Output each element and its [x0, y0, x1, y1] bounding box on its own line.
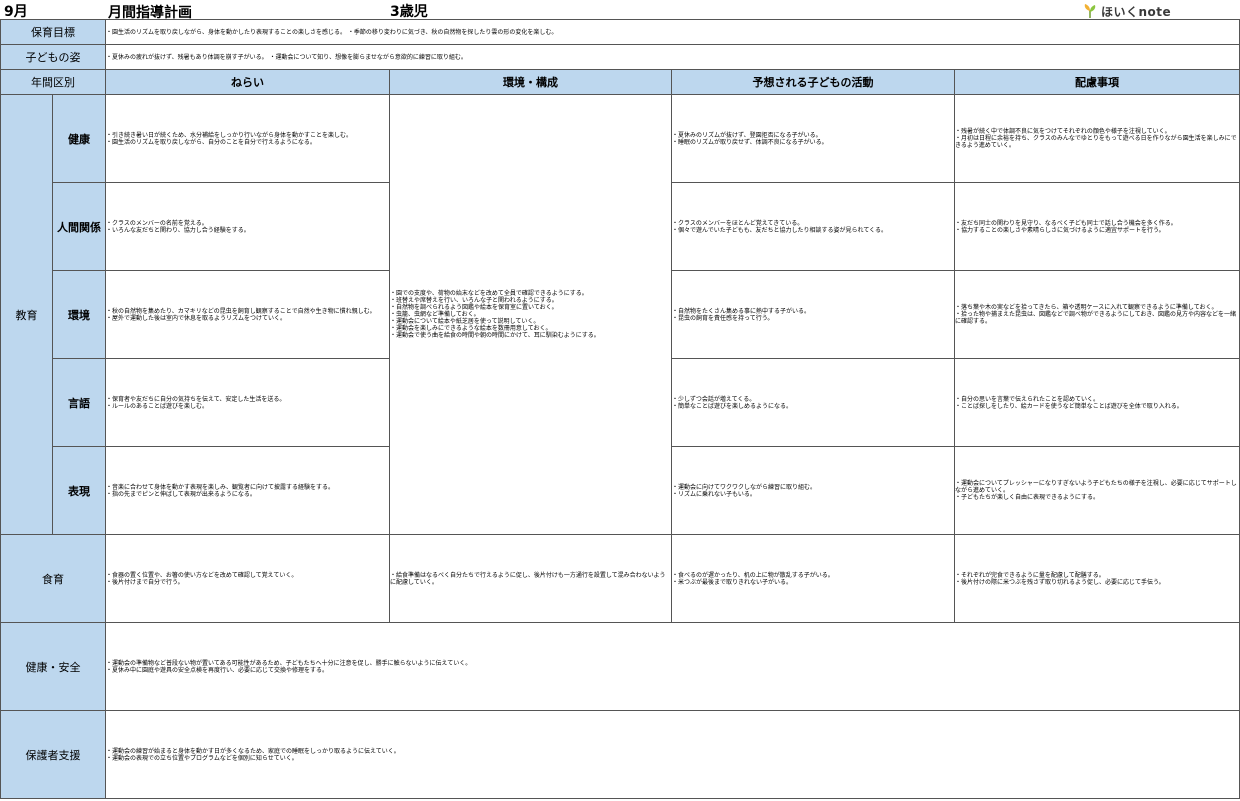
activity-cell: ・自然物をたくさん集める事に熱中する子がいる。 ・昆虫の飼育を責任感を持って行う… [671, 270, 955, 359]
column-header-row: 年間区別 ねらい 環境・構成 予想される子どもの活動 配慮事項 [0, 69, 1240, 95]
food-label: 食育 [0, 534, 106, 623]
care-cell: ・友だち同士の関わりを見守り、なるべく子ども同士で話し合う機会を多く作る。 ・協… [954, 182, 1240, 271]
activity-cell: ・少しずつ会話が増えてくる。 ・簡単なことば遊びを楽しめるようになる。 [671, 358, 955, 447]
aim-cell: ・クラスのメンバーの名前を覚える。 ・いろんな友だちと関わり、協力し合う経験をす… [105, 182, 390, 271]
col-care-header: 配慮事項 [954, 69, 1240, 95]
area-label: 健康 [52, 94, 106, 183]
col-activity-header: 予想される子どもの活動 [671, 69, 955, 95]
goal-label: 保育目標 [0, 19, 106, 45]
aim-cell: ・秋の自然物を集めたり、カマキリなどの昆虫を飼育し観察することで自然や生き物に慣… [105, 270, 390, 359]
env-shared-cell: ・園での支度や、荷物の始末などを改めて全員で確認できるようにする。 ・班替えや席… [389, 94, 672, 535]
goal-text: ・園生活のリズムを取り戻しながら、身体を動かしたり表現することの楽しさを感じる。… [105, 19, 1240, 45]
safety-text: ・運動会の準備物など普段ない物が置いてある可能性があるため、子どもたちへ十分に注… [105, 622, 1240, 711]
area-label: 人間関係 [52, 182, 106, 271]
goal-row: 保育目標 ・園生活のリズムを取り戻しながら、身体を動かしたり表現することの楽しさ… [0, 19, 1240, 45]
food-row: 食育 ・食器の置く位置や、お箸の使い方などを改めて確認して覚えていく。 ・後片付… [0, 534, 1240, 623]
food-activity-cell: ・食べるのが遅かったり、机の上に物が散乱する子がいる。 ・米つぶが最後まで取りき… [671, 534, 955, 623]
col-aim-header: ねらい [105, 69, 390, 95]
child-state-text: ・夏休みの疲れが抜けず、残暑もあり体調を崩す子がいる。 ・運動会について知り、想… [105, 44, 1240, 70]
child-state-row: 子どもの姿 ・夏休みの疲れが抜けず、残暑もあり体調を崩す子がいる。 ・運動会につ… [0, 44, 1240, 70]
aim-cell: ・保育者や友だちに自分の気持ちを伝えて、安定した生活を送る。 ・ルールのあること… [105, 358, 390, 447]
monthly-plan-table: 保育目標 ・園生活のリズムを取り戻しながら、身体を動かしたり表現することの楽しさ… [0, 19, 1240, 799]
child-state-label: 子どもの姿 [0, 44, 106, 70]
safety-label: 健康・安全 [0, 622, 106, 711]
col-env-header: 環境・構成 [389, 69, 672, 95]
aim-cell: ・引き続き暑い日が続くため、水分補給をしっかり行いながら身体を動かすことを楽しむ… [105, 94, 390, 183]
care-cell: ・運動会についてプレッシャーになりすぎないよう子どもたちの様子を注視し、必要に応… [954, 446, 1240, 535]
area-label: 言語 [52, 358, 106, 447]
parent-support-text: ・運動会の練習が始まると身体を動かす日が多くなるため、家庭での睡眠をしっかり取る… [105, 710, 1240, 799]
parent-support-label: 保護者支援 [0, 710, 106, 799]
safety-row: 健康・安全 ・運動会の準備物など普段ない物が置いてある可能性があるため、子どもた… [0, 622, 1240, 711]
area-label: 表現 [52, 446, 106, 535]
month-label: 9月 [4, 4, 28, 20]
col-period-header: 年間区別 [0, 69, 106, 95]
age-group-label: 3歳児 [390, 4, 428, 20]
education-label: 教育 [0, 94, 53, 535]
care-cell: ・落ち葉や木の実などを拾ってきたら、箱や透明ケースに入れて観察できるように準備し… [954, 270, 1240, 359]
care-cell: ・自分の思いを言葉で伝えられたことを認めていく。 ・ことば探しをしたり、絵カード… [954, 358, 1240, 447]
food-aim-cell: ・食器の置く位置や、お箸の使い方などを改めて確認して覚えていく。 ・後片付けまで… [105, 534, 390, 623]
care-cell: ・残暑が続く中で体調不良に気をつけてそれぞれの顔色や様子を注視していく。 ・月初… [954, 94, 1240, 183]
activity-cell: ・夏休みのリズムが抜けず、登園拒否になる子がいる。 ・睡眠のリズムが取り戻せず、… [671, 94, 955, 183]
activity-cell: ・運動会に向けてワクワクしながら練習に取り組む。 ・リズムに乗れない子もいる。 [671, 446, 955, 535]
brand-logo: ほいくnote [1082, 2, 1171, 20]
brand-logo-text: ほいくnote [1101, 4, 1172, 19]
food-env-cell: ・給食準備はなるべく自分たちで行えるように促し、後片付けも一方通行を設置して混み… [389, 534, 672, 623]
table-row: 教育 健康 ・引き続き暑い日が続くため、水分補給をしっかり行いながら身体を動かす… [0, 94, 1240, 535]
food-care-cell: ・それぞれが完食できるように量を配慮して配膳する。 ・後片付けの際に米つぶを残さ… [954, 534, 1240, 623]
area-label: 環境 [52, 270, 106, 359]
activity-cell: ・クラスのメンバーをほとんど覚えてきている。 ・個々で遊んでいた子どもも、友だち… [671, 182, 955, 271]
sprout-icon [1084, 4, 1096, 18]
aim-cell: ・音楽に合わせて身体を動かす表現を楽しみ、観覧者に向けて披露する経験をする。 ・… [105, 446, 390, 535]
parent-support-row: 保護者支援 ・運動会の練習が始まると身体を動かす日が多くなるため、家庭での睡眠を… [0, 710, 1240, 799]
page-header: 9月 月間指導計画 3歳児 ほいくnote [0, 0, 1240, 21]
